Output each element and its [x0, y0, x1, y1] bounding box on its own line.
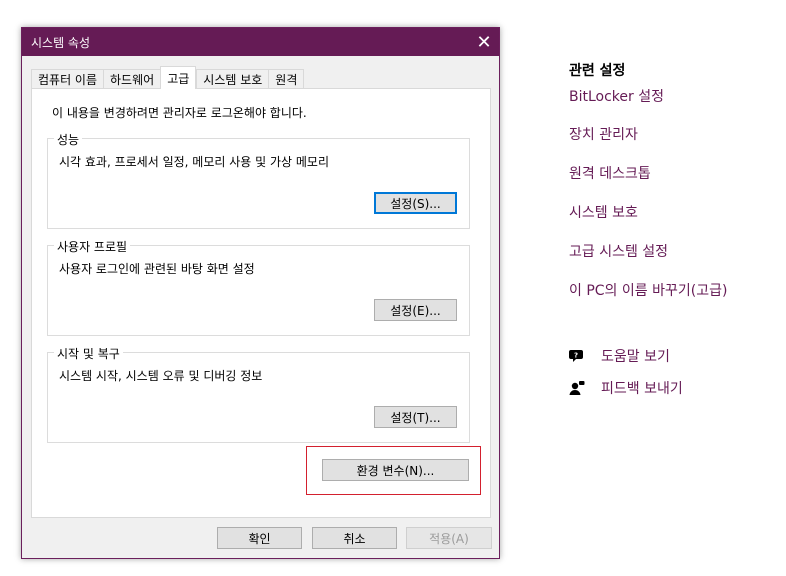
dialog-titlebar[interactable]: 시스템 속성 ✕ [22, 28, 499, 56]
group-description: 시각 효과, 프로세서 일정, 메모리 사용 및 가상 메모리 [59, 155, 329, 169]
startup-recovery-settings-button[interactable]: 설정(T)... [374, 406, 457, 428]
tab-remote[interactable]: 원격 [268, 69, 305, 89]
tab-computer-name[interactable]: 컴퓨터 이름 [31, 69, 104, 89]
tab-hardware[interactable]: 하드웨어 [103, 69, 161, 89]
related-settings: 관련 설정 BitLocker 설정 장치 관리자 원격 데스크톱 시스템 보호… [569, 60, 727, 299]
advanced-tab-panel: 이 내용을 변경하려면 관리자로 로그온해야 합니다. 성능 시각 효과, 프로… [31, 88, 491, 518]
environment-variables-button[interactable]: 환경 변수(N)... [322, 459, 469, 481]
group-legend: 사용자 프로필 [54, 238, 131, 255]
tab-advanced[interactable]: 고급 [160, 66, 197, 89]
performance-group: 성능 시각 효과, 프로세서 일정, 메모리 사용 및 가상 메모리 설정(S)… [47, 131, 470, 229]
apply-button[interactable]: 적용(A) [406, 527, 492, 549]
link-remote-desktop[interactable]: 원격 데스크톱 [569, 163, 651, 183]
link-device-manager[interactable]: 장치 관리자 [569, 124, 638, 144]
send-feedback-link[interactable]: 피드백 보내기 [569, 378, 683, 398]
dialog-title: 시스템 속성 [31, 35, 91, 50]
get-help-label: 도움말 보기 [601, 349, 670, 365]
tab-strip: 컴퓨터 이름 하드웨어 고급 시스템 보호 원격 [31, 66, 305, 89]
help-chat-icon: ? [569, 348, 585, 364]
group-description: 시스템 시작, 시스템 오류 및 디버깅 정보 [59, 369, 263, 383]
link-bitlocker[interactable]: BitLocker 설정 [569, 86, 664, 106]
send-feedback-label: 피드백 보내기 [601, 381, 683, 397]
performance-settings-button[interactable]: 설정(S)... [374, 192, 457, 214]
link-advanced-system-settings[interactable]: 고급 시스템 설정 [569, 241, 668, 261]
link-system-protection[interactable]: 시스템 보호 [569, 202, 638, 222]
startup-recovery-group: 시작 및 복구 시스템 시작, 시스템 오류 및 디버깅 정보 설정(T)... [47, 345, 470, 443]
admin-notice: 이 내용을 변경하려면 관리자로 로그온해야 합니다. [52, 106, 307, 120]
related-settings-header: 관련 설정 [569, 63, 626, 79]
get-help-link[interactable]: ? 도움말 보기 [569, 346, 670, 366]
group-legend: 시작 및 복구 [54, 345, 123, 362]
ok-button[interactable]: 확인 [217, 527, 302, 549]
svg-text:?: ? [574, 352, 578, 360]
user-profiles-group: 사용자 프로필 사용자 로그인에 관련된 바탕 화면 설정 설정(E)... [47, 238, 470, 336]
system-properties-dialog: 시스템 속성 ✕ 컴퓨터 이름 하드웨어 고급 시스템 보호 원격 이 내용을 … [21, 27, 500, 559]
user-profiles-settings-button[interactable]: 설정(E)... [374, 299, 457, 321]
group-legend: 성능 [54, 131, 83, 148]
group-description: 사용자 로그인에 관련된 바탕 화면 설정 [59, 262, 255, 276]
tab-system-protection[interactable]: 시스템 보호 [196, 69, 269, 89]
feedback-person-icon [569, 380, 585, 396]
cancel-button[interactable]: 취소 [312, 527, 397, 549]
link-rename-pc[interactable]: 이 PC의 이름 바꾸기(고급) [569, 280, 727, 300]
close-icon[interactable]: ✕ [469, 28, 499, 56]
